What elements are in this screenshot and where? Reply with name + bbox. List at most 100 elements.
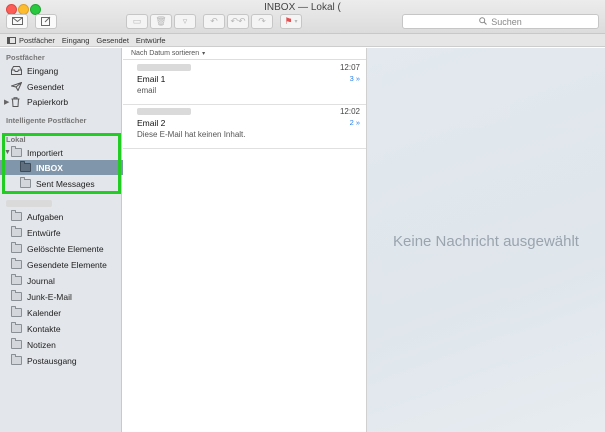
sidebar-item-label: Postausgang — [27, 355, 77, 366]
thread-count[interactable]: 3 » — [350, 74, 360, 83]
redacted-sender — [137, 64, 191, 71]
sidebar-item-label: Journal — [27, 275, 55, 286]
folder-icon — [11, 242, 22, 253]
archive-icon: ▭ — [132, 16, 142, 26]
message-time: 12:07 — [339, 63, 360, 72]
folder-icon — [11, 226, 22, 237]
chevron-down-icon: ▾ — [294, 19, 298, 25]
sidebar-item-journal[interactable]: Journal — [0, 273, 132, 288]
trash-icon — [11, 97, 22, 107]
sidebar-item-gesendete-elemente[interactable]: Gesendete Elemente — [0, 257, 132, 272]
sidebar-item-label: Papierkorb — [27, 96, 69, 107]
reply-all-button[interactable]: ↶↶ — [227, 14, 249, 29]
search-input[interactable]: Suchen — [402, 14, 599, 29]
thumbs-down-icon: ▿ — [182, 16, 188, 26]
mailboxes-toggle-button[interactable]: Postfächer — [7, 36, 55, 45]
envelope-icon — [11, 16, 23, 27]
sidebar-item-inbox[interactable]: INBOX — [0, 160, 141, 175]
sidebar-item-label: Importiert — [27, 147, 63, 158]
redacted-sender — [137, 108, 191, 115]
sidebar-item-kontakte[interactable]: Kontakte — [0, 321, 132, 336]
favorite-entwuerfe[interactable]: Entwürfe — [136, 36, 166, 45]
archive-button[interactable]: ▭ — [126, 14, 148, 29]
sidebar-item-eingang[interactable]: Eingang — [0, 63, 132, 78]
message-subject: Email 2 — [137, 118, 166, 128]
sidebar-item-aufgaben[interactable]: Aufgaben — [0, 209, 132, 224]
redacted-account-name — [6, 200, 52, 207]
paper-plane-icon — [9, 81, 23, 92]
flag-icon: ⚑ — [284, 16, 293, 26]
section-header-lokal: Lokal — [6, 135, 26, 144]
reply-all-icon: ↶↶ — [230, 16, 246, 26]
sidebar-item-label: Notizen — [27, 339, 56, 350]
favorite-eingang[interactable]: Eingang — [62, 36, 90, 45]
favorite-gesendet[interactable]: Gesendet — [96, 36, 129, 45]
sidebar-item-label: Kalender — [27, 307, 62, 318]
message-preview: Diese E-Mail hat keinen Inhalt. — [137, 130, 246, 139]
sidebar-item-importiert[interactable]: Importiert — [0, 145, 132, 160]
folder-icon — [20, 161, 31, 172]
sidebar-item-label: Sent Messages — [36, 178, 95, 189]
no-message-selected-text: Keine Nachricht ausgewählt — [393, 233, 579, 250]
trash-icon: 🗑 — [155, 16, 167, 26]
message-preview: email — [137, 86, 157, 95]
sidebar: Postfächer Eingang Gesendet ▶ Papierkorb… — [0, 48, 141, 432]
sidebar-icon — [7, 36, 16, 44]
sidebar-item-label: Junk-E-Mail — [27, 291, 72, 302]
reply-button[interactable]: ↶ — [203, 14, 225, 29]
forward-button[interactable]: ↷ — [251, 14, 273, 29]
get-mail-button[interactable] — [6, 14, 28, 29]
sidebar-item-label: Gelöschte Elemente — [27, 243, 104, 254]
message-subject: Email 1 — [137, 74, 166, 84]
folder-icon — [11, 258, 22, 269]
section-header-smart-mailboxes: Intelligente Postfächer — [6, 116, 87, 125]
message-list: Nach Datum sortieren ▾ 12:07 3 » Email 1… — [123, 48, 367, 432]
folder-icon — [11, 354, 22, 365]
message-row[interactable]: 12:02 2 » Email 2 Diese E-Mail hat keine… — [123, 104, 366, 149]
sidebar-item-sent-messages[interactable]: Sent Messages — [0, 176, 141, 191]
sidebar-item-gesendet[interactable]: Gesendet — [0, 79, 132, 94]
sidebar-item-entwuerfe[interactable]: Entwürfe — [0, 225, 132, 240]
compose-button[interactable] — [35, 14, 57, 29]
inbox-tray-icon — [11, 66, 22, 75]
folder-icon — [11, 290, 22, 301]
message-row[interactable]: 12:07 3 » Email 1 email — [123, 60, 366, 105]
sidebar-item-postausgang[interactable]: Postausgang — [0, 353, 132, 368]
folder-icon — [11, 146, 22, 157]
folder-icon — [11, 306, 22, 317]
junk-button[interactable]: ▿ — [174, 14, 196, 29]
sidebar-item-label: Gesendet — [27, 81, 64, 92]
title-bar: INBOX — Lokal ( ▭ 🗑 ▿ ↶ ↶↶ ↷ ⚑ ▾ Suchen — [0, 0, 605, 34]
sidebar-item-geloeschte-elemente[interactable]: Gelöschte Elemente — [0, 241, 132, 256]
sidebar-item-notizen[interactable]: Notizen — [0, 337, 132, 352]
sort-label: Nach Datum sortieren — [131, 50, 200, 57]
favorites-bar: Postfächer Eingang Gesendet Entwürfe — [0, 34, 605, 47]
mailboxes-label: Postfächer — [19, 35, 55, 45]
folder-icon — [20, 177, 31, 188]
compose-icon — [41, 16, 51, 28]
sidebar-item-junk-e-mail[interactable]: Junk-E-Mail — [0, 289, 132, 304]
thread-count[interactable]: 2 » — [350, 118, 360, 127]
sidebar-item-kalender[interactable]: Kalender — [0, 305, 132, 320]
sidebar-item-label: Aufgaben — [27, 211, 64, 222]
sidebar-item-label: Entwürfe — [27, 227, 61, 238]
search-placeholder: Suchen — [491, 16, 522, 27]
section-header-postfaecher: Postfächer — [6, 53, 45, 62]
sidebar-item-label: Gesendete Elemente — [27, 259, 107, 270]
sidebar-item-label: INBOX — [36, 162, 63, 173]
reply-icon: ↶ — [210, 16, 218, 26]
folder-icon — [11, 322, 22, 333]
sidebar-item-label: Eingang — [27, 65, 59, 76]
flag-button[interactable]: ⚑ ▾ — [280, 14, 302, 29]
sidebar-item-label: Kontakte — [27, 323, 61, 334]
message-time: 12:02 — [339, 107, 360, 116]
folder-icon — [11, 338, 22, 349]
forward-icon: ↷ — [258, 16, 266, 26]
magnifier-icon — [479, 16, 488, 27]
window-title: INBOX — Lokal ( — [264, 2, 341, 13]
sort-control[interactable]: Nach Datum sortieren ▾ — [123, 48, 366, 60]
delete-button[interactable]: 🗑 — [150, 14, 172, 29]
folder-icon — [11, 274, 22, 285]
sidebar-item-papierkorb[interactable]: Papierkorb — [0, 94, 132, 109]
message-preview-pane: Keine Nachricht ausgewählt — [367, 48, 605, 432]
